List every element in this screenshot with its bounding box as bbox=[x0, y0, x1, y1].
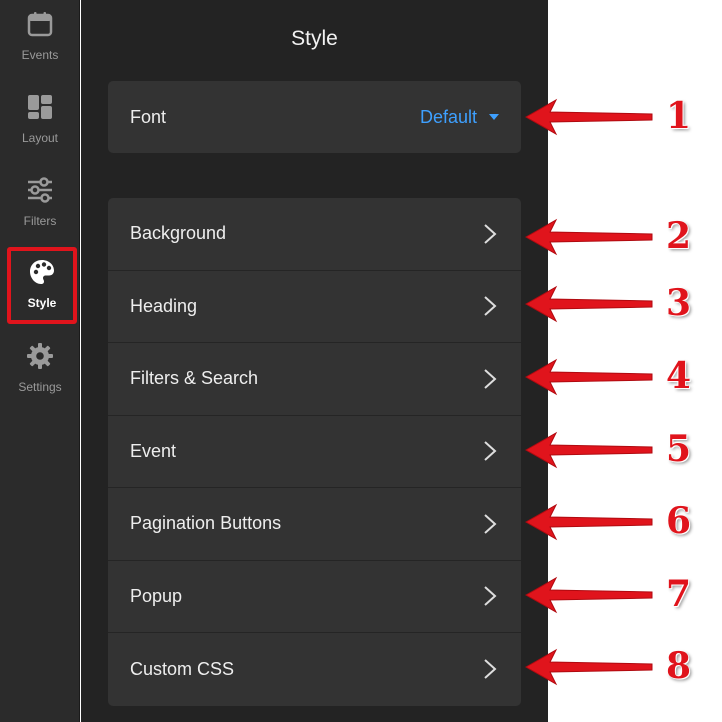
font-setting: Font Default bbox=[108, 81, 521, 153]
annotation-number: 2 bbox=[666, 215, 692, 257]
row-label: Background bbox=[130, 223, 227, 244]
left-rail: Events Layout Filters Style Settings bbox=[0, 0, 80, 722]
chevron-right-icon bbox=[483, 223, 497, 245]
rail-label-settings: Settings bbox=[18, 380, 62, 394]
row-event[interactable]: Event bbox=[108, 416, 521, 488]
rail-label-filters: Filters bbox=[23, 214, 57, 228]
annotation-number: 4 bbox=[666, 355, 692, 397]
annotation-number: 5 bbox=[666, 428, 692, 470]
arrow-left-icon bbox=[524, 98, 653, 136]
annotation-number: 7 bbox=[666, 573, 692, 615]
arrow-left-icon bbox=[524, 358, 653, 396]
palette-icon bbox=[30, 260, 54, 284]
style-sections-list: Background Heading Filters & Search Even… bbox=[108, 198, 521, 706]
sliders-icon bbox=[28, 177, 52, 203]
rail-item-events[interactable]: Events bbox=[0, 0, 80, 80]
annotation-number: 8 bbox=[666, 645, 692, 687]
rail-item-layout[interactable]: Layout bbox=[0, 83, 80, 163]
annotation-number: 6 bbox=[666, 500, 692, 542]
rail-label-layout: Layout bbox=[21, 131, 59, 145]
row-heading[interactable]: Heading bbox=[108, 271, 521, 343]
page-title: Style bbox=[291, 27, 338, 50]
chevron-right-icon bbox=[483, 513, 497, 535]
style-panel: Style Font Default Background Heading Fi… bbox=[81, 0, 548, 722]
rail-item-style[interactable]: Style bbox=[7, 247, 77, 324]
calendar-icon bbox=[27, 12, 53, 37]
row-popup[interactable]: Popup bbox=[108, 561, 521, 633]
rail-item-filters[interactable]: Filters bbox=[0, 166, 80, 246]
arrow-left-icon bbox=[524, 503, 653, 541]
caret-down-icon bbox=[489, 114, 499, 120]
layout-icon bbox=[28, 95, 52, 119]
row-label: Popup bbox=[130, 585, 183, 606]
row-label: Pagination Buttons bbox=[130, 513, 282, 534]
rail-label-style: Style bbox=[27, 296, 57, 310]
chevron-right-icon bbox=[483, 295, 497, 317]
gear-icon bbox=[27, 343, 53, 369]
chevron-right-icon bbox=[483, 585, 497, 607]
row-label: Filters & Search bbox=[130, 368, 259, 389]
row-custom-css[interactable]: Custom CSS bbox=[108, 633, 521, 706]
annotation-6: 6 bbox=[522, 500, 722, 542]
font-dropdown[interactable]: Default bbox=[420, 107, 499, 128]
chevron-right-icon bbox=[483, 658, 497, 680]
chevron-right-icon bbox=[483, 368, 497, 390]
font-dropdown-value: Default bbox=[419, 106, 477, 127]
annotation-4: 4 bbox=[522, 355, 722, 397]
annotation-3: 3 bbox=[522, 282, 722, 324]
chevron-right-icon bbox=[483, 440, 497, 462]
arrow-left-icon bbox=[524, 218, 653, 256]
arrow-left-icon bbox=[524, 285, 653, 323]
row-background[interactable]: Background bbox=[108, 198, 521, 271]
row-label: Event bbox=[130, 440, 177, 461]
annotation-5: 5 bbox=[522, 428, 722, 470]
annotation-number: 1 bbox=[666, 95, 692, 137]
rail-label-events: Events bbox=[21, 48, 59, 62]
row-label: Heading bbox=[130, 295, 198, 316]
font-label: Font bbox=[130, 106, 167, 127]
annotation-number: 3 bbox=[666, 282, 692, 324]
arrow-left-icon bbox=[524, 648, 653, 686]
annotation-2: 2 bbox=[522, 215, 722, 257]
row-filters-search[interactable]: Filters & Search bbox=[108, 343, 521, 416]
annotation-1: 1 bbox=[522, 95, 722, 137]
arrow-left-icon bbox=[524, 576, 653, 614]
row-pagination-buttons[interactable]: Pagination Buttons bbox=[108, 488, 521, 561]
annotation-8: 8 bbox=[522, 645, 722, 687]
row-label: Custom CSS bbox=[130, 658, 235, 679]
rail-item-settings[interactable]: Settings bbox=[0, 332, 80, 412]
annotation-7: 7 bbox=[522, 573, 722, 615]
arrow-left-icon bbox=[524, 431, 653, 469]
